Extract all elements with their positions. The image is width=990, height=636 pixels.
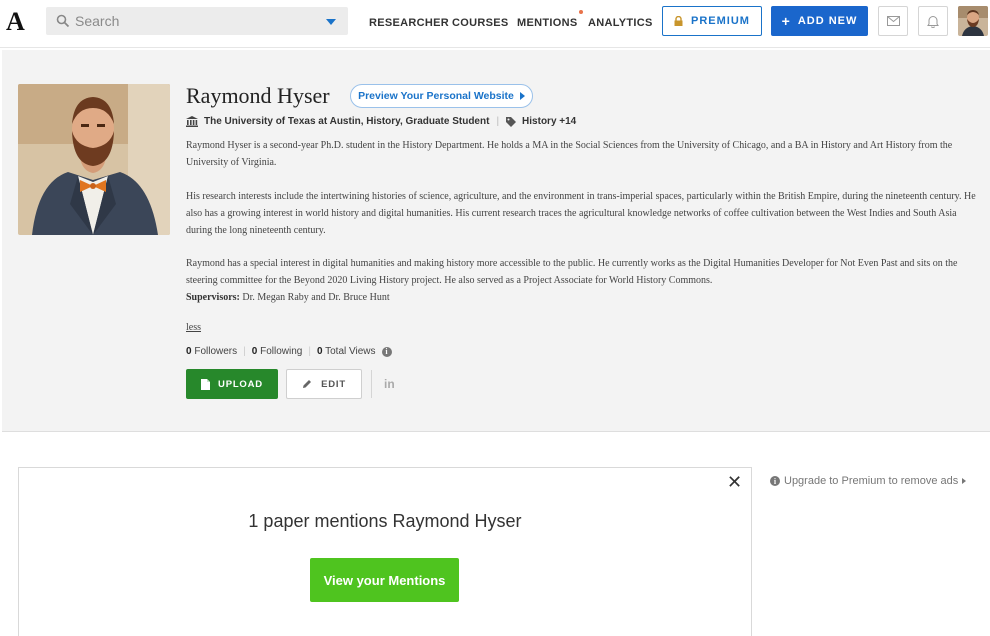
arrow-right-icon [962,478,967,484]
supervisors-names: Dr. Megan Raby and Dr. Bruce Hunt [242,292,390,303]
play-arrow-icon [519,92,525,100]
academia-logo[interactable]: A [6,7,25,37]
search-input[interactable]: Search [75,13,119,29]
affiliation-divider: | [496,116,500,127]
show-less-link[interactable]: less [186,322,201,333]
edit-button[interactable]: EDIT [286,369,362,399]
profile-photo-image [18,84,170,235]
notification-dot [579,10,584,14]
premium-label: PREMIUM [691,15,750,27]
research-tags-link[interactable]: History +14 [522,116,576,127]
nav-analytics[interactable]: ANALYTICS [588,17,653,29]
views-stat[interactable]: 0 Total Views [317,346,376,357]
edit-label: EDIT [321,378,346,390]
user-avatar[interactable] [958,6,988,36]
pencil-icon [303,380,312,388]
bio-paragraph-3: Raymond has a special interest in digita… [186,258,958,286]
linkedin-icon[interactable]: in [384,377,395,391]
notifications-button[interactable] [918,6,948,36]
supervisors-label: Supervisors: [186,292,240,303]
messages-button[interactable] [878,6,908,36]
profile-stats: 0 Followers | 0 Following | 0 Total View… [186,346,392,357]
affiliation-link[interactable]: The University of Texas at Austin, Histo… [204,116,489,127]
views-count: 0 [316,346,323,357]
mentions-title: 1 paper mentions Raymond Hyser [248,511,522,531]
stats-divider: | [243,346,246,357]
bell-icon [927,15,939,28]
plus-icon: + [781,13,791,29]
close-icon[interactable]: ✕ [727,473,742,491]
add-new-label: ADD NEW [797,15,858,27]
profile-section: Raymond Hyser Preview Your Personal Webs… [2,50,990,432]
search-icon [56,14,70,28]
institution-icon [186,116,198,127]
avatar-image [958,6,988,36]
followers-stat[interactable]: 0 Followers [186,346,237,357]
nav-mentions[interactable]: MENTIONS [517,10,584,29]
profile-photo [18,84,170,235]
info-icon: i [770,476,780,486]
search-bar[interactable]: Search [46,7,348,35]
info-icon[interactable]: i [381,346,392,357]
upload-button[interactable]: UPLOAD [186,369,278,399]
preview-website-button[interactable]: Preview Your Personal Website [350,84,533,108]
document-icon [201,378,211,390]
tag-icon [506,116,517,127]
preview-website-label: Preview Your Personal Website [358,90,514,102]
followers-count: 0 [186,346,192,357]
followers-label: Followers [194,346,238,357]
affiliation-row: The University of Texas at Austin, Histo… [186,116,576,127]
nav-mentions-label: MENTIONS [517,17,578,29]
following-stat[interactable]: 0 Following [252,346,303,357]
search-dropdown-icon[interactable] [326,19,336,25]
mentions-card [18,467,752,636]
following-label: Following [260,346,303,357]
following-count: 0 [251,346,258,357]
button-divider [371,370,372,398]
profile-name: Raymond Hyser [186,83,330,108]
bio-paragraph-2: His research interests include the inter… [186,191,976,236]
upgrade-text: Upgrade to Premium to remove ads [784,475,959,487]
premium-button[interactable]: PREMIUM [662,6,762,36]
upload-label: UPLOAD [218,378,263,390]
add-new-button[interactable]: + ADD NEW [771,6,868,36]
upgrade-premium-link[interactable]: i Upgrade to Premium to remove ads [770,475,967,487]
stats-divider: | [308,346,311,357]
views-label: Total Views [325,346,376,357]
supervisors-line: Supervisors: Dr. Megan Raby and Dr. Bruc… [186,289,976,306]
top-navigation-bar: A Search RESEARCHER COURSES MENTIONS ANA… [0,0,990,48]
lock-icon [674,16,683,26]
bio-paragraph-1: Raymond Hyser is a second-year Ph.D. stu… [186,140,953,168]
nav-courses[interactable]: COURSES [452,17,509,29]
mail-icon [886,16,900,26]
view-mentions-button[interactable]: View your Mentions [310,558,459,602]
nav-researcher[interactable]: RESEARCHER [369,17,449,29]
